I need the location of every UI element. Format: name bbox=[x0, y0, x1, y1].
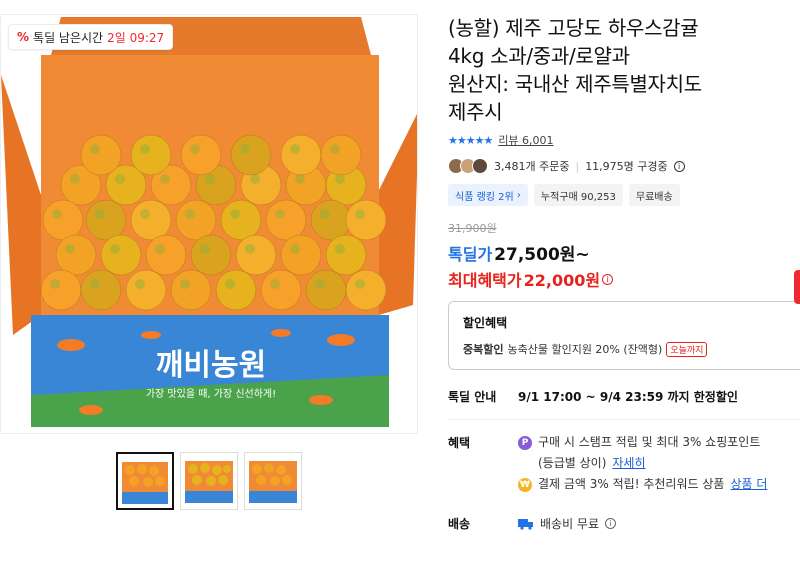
benefit-row-stamp: P 구매 시 스탬프 적립 및 최대 3% 쇼핑포인트 bbox=[518, 434, 767, 451]
tag-row: 식품 랭킹 2위 › 누적구매 90,253 무료배송 bbox=[448, 184, 800, 206]
buyers-row: 3,481개 주문중 | 11,975명 구경중 i bbox=[448, 158, 800, 174]
info-icon[interactable]: i bbox=[605, 518, 617, 529]
discount-line-text: 농축산물 할인지원 20% (잔액형) bbox=[507, 343, 663, 356]
ranking-tag-label: 식품 랭킹 2위 bbox=[455, 191, 514, 203]
point-coin-icon: P bbox=[518, 436, 532, 450]
orders-count: 3,481개 주문중 bbox=[494, 160, 570, 173]
ranking-tag[interactable]: 식품 랭킹 2위 › bbox=[448, 184, 528, 206]
cumulative-purchase-tag: 누적구매 90,253 bbox=[533, 184, 623, 206]
rating-stars-icon: ★★★★★ bbox=[448, 133, 493, 147]
thumbnail-2[interactable] bbox=[180, 452, 238, 510]
deal-info-label: 톡딜 안내 bbox=[448, 390, 497, 404]
max-benefit-row: 최대혜택가 22,000원 i bbox=[448, 267, 800, 291]
discount-line: 중복할인 농축산물 할인지원 20% (잔액형) 오늘까지 bbox=[463, 341, 793, 357]
info-icon[interactable]: i bbox=[602, 273, 614, 285]
product-info-panel: (농할) 제주 고당도 하우스감귤 4kg 소과/중과/로얄과 원산지: 국내산… bbox=[448, 14, 800, 532]
deal-info-row: 톡딜 안내 9/1 17:00 ~ 9/4 23:59 까지 한정할인 bbox=[448, 388, 800, 405]
shipping-section: 배송 배송비 무료 i bbox=[448, 515, 800, 532]
percent-icon: % bbox=[17, 30, 30, 44]
deal-timer-label: 톡딜 남은시간 bbox=[33, 30, 104, 45]
deal-price-value: 27,500원~ bbox=[494, 245, 590, 265]
thumbnail-1[interactable] bbox=[116, 452, 174, 510]
original-price: 31,900원 bbox=[448, 222, 497, 235]
reward-coin-icon: ₩ bbox=[518, 478, 532, 492]
rating-row: ★★★★★ 리뷰 6,001 bbox=[448, 132, 800, 148]
product-main-image[interactable]: 깨비농원 가장 맛있을 때, 가장 신선하게! bbox=[0, 14, 418, 434]
max-benefit-label: 최대혜택가 bbox=[448, 271, 522, 290]
benefit-section: 혜택 P 구매 시 스탬프 적립 및 최대 3% 쇼핑포인트 (등급별 상이) … bbox=[448, 434, 800, 493]
divider bbox=[448, 419, 800, 420]
viewers-count: 11,975명 구경중 bbox=[585, 160, 668, 173]
benefit-stamp-text: 구매 시 스탬프 적립 및 최대 3% 쇼핑포인트 bbox=[538, 435, 761, 449]
divider: | bbox=[575, 159, 580, 173]
review-count-link[interactable]: 리뷰 6,001 bbox=[498, 132, 553, 148]
benefit-row-reward: ₩ 결제 금액 3% 적립! 추천리워드 상품 상품 더 bbox=[518, 476, 767, 493]
info-icon[interactable]: i bbox=[673, 160, 685, 172]
benefit-detail-text: (등급별 상이) bbox=[538, 456, 607, 470]
benefit-row-detail: (등급별 상이) 자세히 bbox=[518, 455, 767, 472]
box-slogan: 가장 맛있을 때, 가장 신선하게! bbox=[146, 387, 276, 400]
deal-price-label: 톡딜가 bbox=[448, 245, 493, 264]
deal-timer-badge: % 톡딜 남은시간 2일 09:27 bbox=[8, 24, 174, 50]
discount-box-title: 할인혜택 bbox=[463, 316, 508, 330]
deal-price-row: 톡딜가 27,500원~ bbox=[448, 240, 800, 265]
max-benefit-price: 22,000원 bbox=[523, 271, 601, 290]
floating-red-tab[interactable] bbox=[794, 270, 800, 304]
benefit-reward-text: 결제 금액 3% 적립! 추천리워드 상품 bbox=[538, 477, 725, 491]
thumbnail-strip bbox=[116, 452, 302, 510]
benefit-detail-link[interactable]: 자세히 bbox=[612, 455, 645, 472]
deal-timer-value: 2일 09:27 bbox=[107, 30, 165, 45]
shipping-value: 배송비 무료 bbox=[540, 517, 600, 531]
citrus-box-illustration: 깨비농원 가장 맛있을 때, 가장 신선하게! bbox=[1, 15, 417, 433]
shipping-label: 배송 bbox=[448, 517, 471, 531]
discount-box: 할인혜택 중복할인 농축산물 할인지원 20% (잔액형) 오늘까지 bbox=[448, 301, 800, 370]
today-only-tag: 오늘까지 bbox=[666, 341, 708, 357]
truck-icon bbox=[518, 518, 533, 530]
benefit-label: 혜택 bbox=[448, 436, 471, 450]
discount-line-strong: 중복할인 bbox=[463, 343, 504, 356]
product-title: (농할) 제주 고당도 하우스감귤 4kg 소과/중과/로얄과 원산지: 국내산… bbox=[448, 16, 702, 124]
free-shipping-tag: 무료배송 bbox=[628, 184, 680, 206]
avatar bbox=[472, 158, 488, 174]
buyer-avatars bbox=[448, 158, 488, 174]
benefit-reward-link[interactable]: 상품 더 bbox=[730, 476, 767, 493]
box-brand-label: 깨비농원 bbox=[156, 348, 266, 383]
deal-info-value: 9/1 17:00 ~ 9/4 23:59 까지 한정할인 bbox=[518, 390, 738, 404]
thumbnail-3[interactable] bbox=[244, 452, 302, 510]
